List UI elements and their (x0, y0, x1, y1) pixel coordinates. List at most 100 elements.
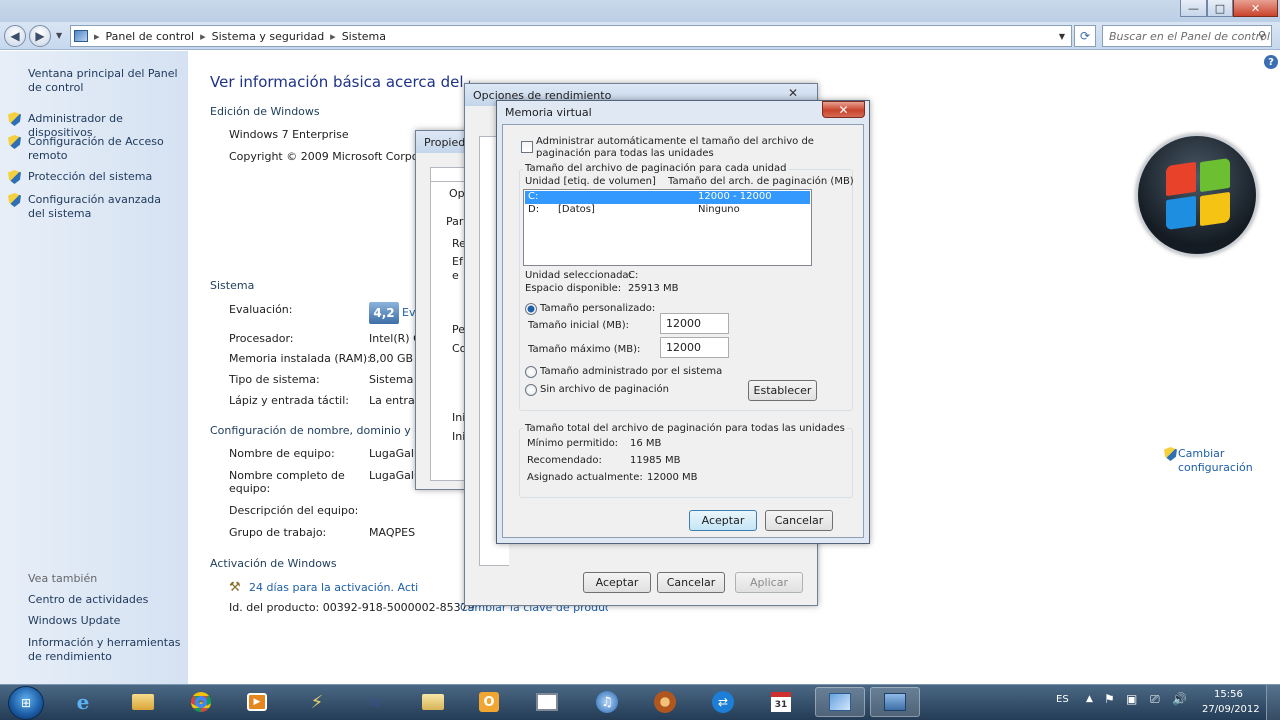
performance-tools-link[interactable]: Información y herramientas de rendimient… (28, 636, 184, 664)
performance-ok-button[interactable]: Aceptar (583, 572, 651, 593)
itunes-icon[interactable]: ♫ (586, 687, 628, 717)
network-flag-icon[interactable]: ⚑ (1104, 692, 1115, 706)
search-input[interactable]: Buscar en el Panel de control ⚲ (1102, 25, 1272, 47)
vm-ok-button[interactable]: Aceptar (689, 510, 757, 531)
performance-cancel-button[interactable]: Cancelar (657, 572, 725, 593)
folder-app-icon[interactable] (412, 687, 454, 717)
vm-cancel-button[interactable]: Cancelar (765, 510, 833, 531)
custom-size-radio[interactable] (525, 303, 537, 315)
forward-button[interactable]: ▶ (29, 25, 51, 47)
network-tool-icon[interactable]: ⚡ (296, 687, 338, 717)
control-panel-home-link[interactable]: Ventana principal del Panel de control (28, 67, 182, 95)
maximize-button[interactable]: □ (1207, 0, 1233, 17)
outlook-icon[interactable]: O (468, 687, 510, 717)
computer-name-label: Nombre de equipo: (229, 447, 335, 460)
remote-access-link[interactable]: Configuración de Acceso remoto (28, 135, 168, 163)
minimize-button[interactable]: — (1180, 0, 1207, 17)
selected-drive-label: Unidad seleccionada: (525, 270, 632, 281)
show-hidden-icons[interactable]: ▲ (1086, 694, 1093, 704)
activation-link[interactable]: 24 días para la activación. Active Windo… (249, 581, 419, 594)
no-paging-file-label: Sin archivo de paginación (540, 384, 669, 395)
volume-icon[interactable]: 🔊 (1172, 692, 1187, 706)
media-player-icon[interactable]: ▶ (236, 687, 278, 717)
maximize-icon: □ (1214, 1, 1226, 15)
size-column-header: Tamaño del arch. de paginación (MB) (668, 176, 854, 187)
address-bar[interactable]: ▸ Panel de control ▸ Sistema y seguridad… (70, 25, 1072, 47)
max-size-input[interactable]: 12000 (660, 337, 729, 358)
set-button[interactable]: Establecer (748, 380, 817, 401)
help-button[interactable]: ? (1264, 55, 1278, 69)
device-icon[interactable]: ▣ (1126, 692, 1137, 706)
chrome-icon[interactable] (180, 687, 222, 717)
full-name-label: Nombre completo de equipo: (229, 469, 345, 495)
uac-shield-icon (8, 193, 21, 207)
advanced-system-link[interactable]: Configuración avanzada del sistema (28, 193, 178, 221)
system-properties-taskbar-icon[interactable] (870, 687, 920, 717)
language-indicator[interactable]: ES (1056, 694, 1069, 705)
refresh-icon: ⟳ (1079, 29, 1091, 43)
drive-column-header: Unidad [etiq. de volumen] (525, 176, 656, 187)
back-button[interactable]: ◀ (4, 25, 26, 47)
activation-key-icon: ⚒ (229, 580, 241, 595)
back-arrow-icon: ◀ (10, 29, 20, 43)
product-id: Id. del producto: 00392-918-5000002-8537… (229, 601, 475, 614)
breadcrumb-control-panel[interactable]: Panel de control (106, 30, 195, 43)
chain-link-icon[interactable]: ∞ (354, 687, 396, 717)
clock-time[interactable]: 15:56 (1214, 689, 1243, 700)
action-center-link[interactable]: Centro de actividades (28, 593, 148, 607)
change-settings-link[interactable]: Cambiar configuración (1178, 447, 1253, 475)
breadcrumb-system-security[interactable]: Sistema y seguridad (212, 30, 325, 43)
system-managed-radio[interactable] (525, 366, 537, 378)
processor-label: Procesador: (229, 332, 294, 345)
recommended-value: 11985 MB (630, 455, 681, 466)
recommended-label: Recomendado: (527, 455, 602, 466)
network-icon[interactable]: ⎚ (1150, 692, 1160, 707)
windows-flag-icon: ⊞ (20, 696, 32, 710)
vm-close-button[interactable]: ✕ (822, 101, 865, 118)
initial-size-input[interactable]: 12000 (660, 313, 729, 334)
refresh-button[interactable]: ⟳ (1074, 25, 1096, 47)
current-allocated-label: Asignado actualmente: (527, 472, 643, 483)
address-dropdown-icon[interactable]: ▼ (1059, 32, 1065, 41)
windows-update-link[interactable]: Windows Update (28, 614, 120, 628)
show-desktop-button[interactable] (1266, 685, 1280, 720)
edition-value: Windows 7 Enterprise (229, 128, 349, 141)
vm-client-area: Administrar automáticamente el tamaño de… (502, 124, 864, 538)
total-size-group-title: Tamaño total del archivo de paginación p… (523, 423, 847, 434)
recent-pages-dropdown[interactable]: ▼ (56, 31, 62, 40)
selected-drive-value: C: (628, 270, 639, 281)
performance-close-button[interactable]: ✕ (775, 84, 811, 101)
close-icon: ✕ (787, 85, 799, 100)
no-paging-file-radio[interactable] (525, 384, 537, 396)
system-type-value: Sistema operativo de 64 bits (369, 373, 415, 386)
performance-apply-button[interactable]: Aplicar (735, 572, 803, 593)
system-protection-link[interactable]: Protección del sistema (28, 170, 184, 184)
start-button[interactable]: ⊞ (8, 686, 44, 720)
drive-list[interactable]: C: 12000 - 12000 D: [Datos] Ninguno (523, 189, 812, 266)
search-icon: ⚲ (1257, 29, 1266, 42)
window-app-icon[interactable] (526, 687, 568, 717)
control-panel-taskbar-icon[interactable] (815, 687, 865, 717)
breadcrumb-system[interactable]: Sistema (342, 30, 386, 43)
teamviewer-icon[interactable]: ⇄ (702, 687, 744, 717)
file-explorer-icon[interactable] (122, 687, 164, 717)
control-panel-icon (74, 30, 88, 42)
drive-row-d[interactable]: D: [Datos] Ninguno (525, 204, 810, 217)
video-reel-icon[interactable] (644, 687, 686, 717)
current-allocated-value: 12000 MB (647, 472, 698, 483)
ram-label: Memoria instalada (RAM): (229, 352, 371, 365)
uac-shield-icon (8, 112, 21, 126)
calendar-icon[interactable]: 31 (760, 687, 802, 717)
initial-size-label: Tamaño inicial (MB): (528, 320, 630, 331)
rating-link[interactable]: Evaluación de la experiencia en Windows (402, 306, 416, 319)
drive-row-c[interactable]: C: 12000 - 12000 (525, 191, 810, 204)
search-placeholder: Buscar en el Panel de control (1109, 29, 1270, 43)
auto-manage-label: Administrar automáticamente el tamaño de… (536, 136, 814, 159)
uac-shield-icon (8, 170, 21, 184)
close-button[interactable]: ✕ (1233, 0, 1278, 17)
clock-date[interactable]: 27/09/2012 (1202, 704, 1260, 715)
internet-explorer-icon[interactable]: e (62, 687, 104, 717)
auto-manage-checkbox[interactable] (521, 141, 533, 153)
rating-label: Evaluación: (229, 303, 293, 316)
virtual-memory-title: Memoria virtual (505, 105, 592, 119)
